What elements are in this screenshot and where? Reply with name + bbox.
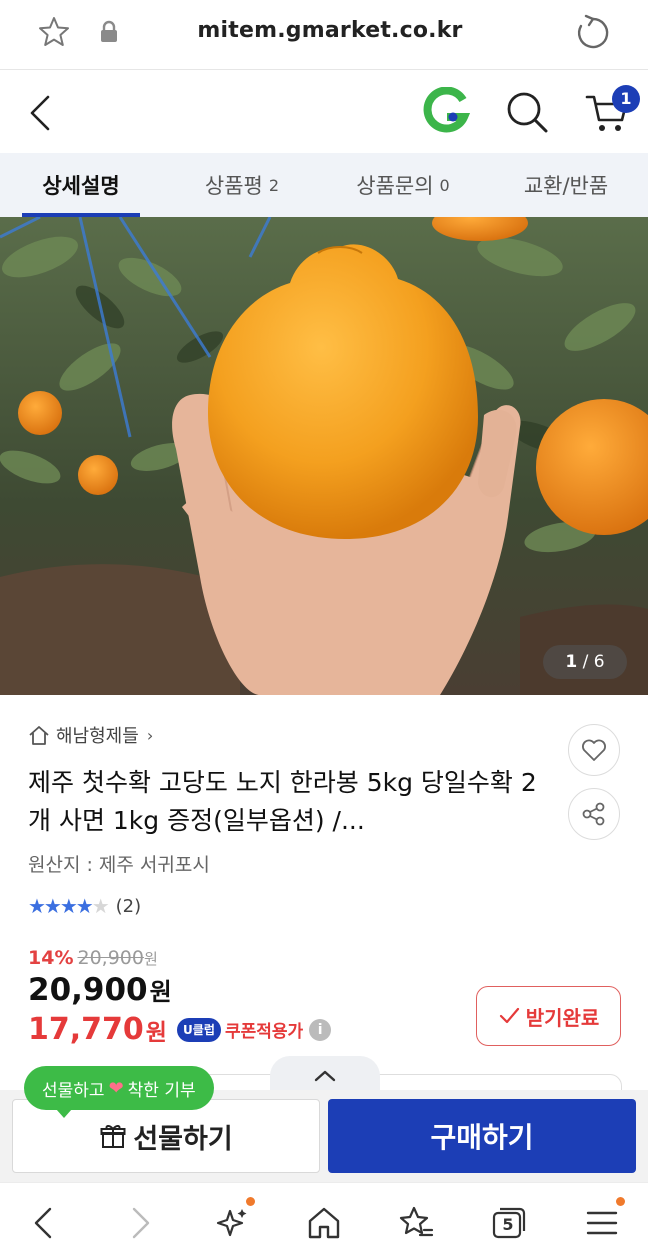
buy-button[interactable]: 구매하기: [328, 1099, 636, 1173]
tab-exchange-return[interactable]: 교환/반품: [484, 153, 648, 217]
favorite-button[interactable]: [568, 724, 620, 776]
lock-icon: [101, 20, 117, 42]
browser-back-icon[interactable]: [24, 1203, 64, 1243]
browser-url-bar: mitem.gmarket.co.kr: [0, 0, 648, 70]
pager-total: 6: [593, 652, 605, 672]
tab-count: 0: [439, 175, 450, 195]
rating[interactable]: ★★★★★ (2): [28, 894, 141, 918]
tab-label: 교환/반품: [523, 174, 609, 198]
coupon-price-value: 17,770: [28, 1012, 144, 1047]
product-title: 제주 첫수확 고당도 노지 한라봉 5kg 당일수확 2개 사면 1kg 증정(…: [28, 768, 537, 835]
sparkle-ai-icon[interactable]: [212, 1203, 252, 1243]
cart-count-badge: 1: [612, 85, 640, 113]
heart-icon: ❤: [108, 1077, 124, 1099]
coupon-price-row: 17,770 원 U클럽 쿠폰적용가 i: [28, 1012, 332, 1047]
home-icon[interactable]: [304, 1203, 344, 1243]
gift-button-label: 선물하기: [133, 1123, 233, 1155]
tab-label: 상세설명: [42, 174, 120, 198]
uclub-badge: U클럽: [176, 1017, 221, 1042]
chevron-up-icon: [314, 1070, 336, 1082]
bookmark-star-icon[interactable]: [36, 14, 72, 50]
coupon-received-button[interactable]: 받기완료: [476, 986, 621, 1046]
discount-row: 14% 20,900 원: [28, 947, 158, 969]
search-icon[interactable]: [504, 89, 550, 135]
buy-button-label: 구매하기: [430, 1121, 534, 1154]
heart-icon: [582, 739, 606, 761]
star-rating-icon: ★★★★★: [28, 894, 110, 918]
notification-dot: [246, 1197, 255, 1206]
pager-separator: /: [582, 652, 589, 672]
sale-price-unit: 원: [149, 978, 172, 1006]
share-button[interactable]: [568, 788, 620, 840]
tab-label: 상품평: [204, 174, 263, 198]
image-pager: 1 / 6: [543, 645, 627, 679]
detail-tabs: 상세설명 상품평 2 상품문의 0 교환/반품: [0, 153, 648, 217]
gift-donation-tooltip[interactable]: 선물하고 ❤ 착한 기부: [24, 1066, 214, 1118]
product-origin: 원산지 : 제주 서귀포시: [28, 854, 210, 876]
gmarket-logo-icon[interactable]: [420, 87, 470, 137]
tab-description[interactable]: 상세설명: [0, 153, 162, 217]
original-price-unit: 원: [143, 950, 158, 968]
seller-link[interactable]: 해남형제들 ›: [28, 722, 153, 748]
tabs-overview-button[interactable]: 5: [488, 1203, 530, 1243]
browser-forward-icon[interactable]: [120, 1203, 160, 1243]
app-header: [0, 71, 648, 153]
product-image[interactable]: [0, 217, 648, 695]
tab-inquiries[interactable]: 상품문의 0: [322, 153, 484, 217]
url-text[interactable]: mitem.gmarket.co.kr: [160, 18, 500, 43]
menu-icon[interactable]: [582, 1203, 622, 1243]
coupon-price-unit: 원: [145, 1019, 167, 1046]
tab-count: 2: [268, 175, 280, 195]
tab-reviews[interactable]: 상품평 2: [162, 153, 322, 217]
home-icon: [29, 726, 49, 745]
discount-percent: 14%: [28, 947, 74, 969]
back-arrow-icon[interactable]: [24, 91, 58, 135]
original-price: 20,900: [77, 947, 144, 969]
review-count: (2): [115, 895, 142, 917]
share-icon: [582, 802, 605, 826]
coupon-applied-label: 쿠폰적용가: [224, 1022, 304, 1042]
product-photo-illustration: [0, 217, 648, 695]
tabs-count: 5: [502, 1215, 514, 1234]
tab-label: 상품문의: [356, 174, 434, 198]
browser-bottom-nav: 5: [0, 1182, 648, 1260]
pager-current: 1: [565, 652, 578, 672]
reload-icon[interactable]: [574, 14, 612, 52]
sale-price-value: 20,900: [28, 972, 148, 1008]
menu-notification-dot: [616, 1197, 625, 1206]
sale-price: 20,900원: [28, 972, 172, 1008]
info-icon[interactable]: i: [309, 1018, 332, 1041]
seller-name: 해남형제들: [56, 726, 139, 747]
coupon-received-label: 받기완료: [525, 1005, 600, 1030]
gift-icon: [100, 1125, 126, 1148]
check-icon: [499, 1007, 519, 1024]
gift-bubble-text-right: 착한 기부: [127, 1080, 196, 1101]
bookmarks-star-icon[interactable]: [396, 1203, 436, 1243]
chevron-right-icon: ›: [146, 725, 154, 745]
gift-bubble-text-left: 선물하고: [42, 1080, 105, 1101]
